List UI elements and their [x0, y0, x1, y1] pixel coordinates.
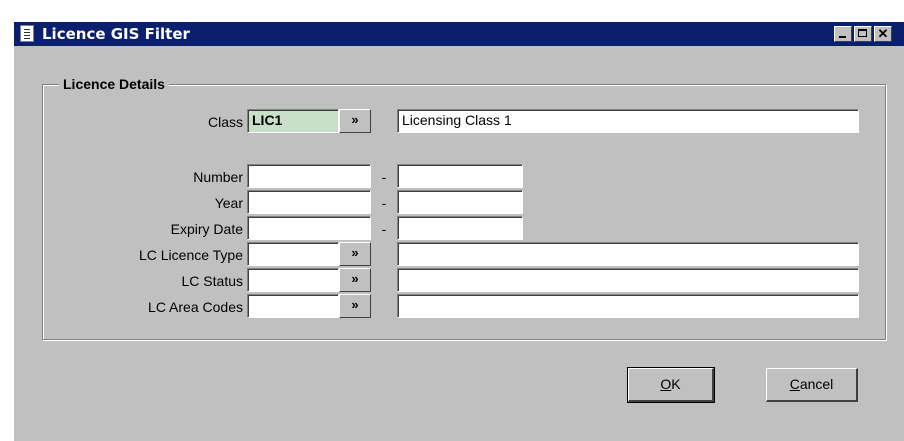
- ok-label-rest: K: [671, 376, 681, 392]
- lc-status-lookup-button[interactable]: »: [339, 268, 371, 292]
- number-from-input[interactable]: [247, 164, 371, 188]
- class-label: Class: [207, 114, 243, 130]
- lc-area-codes-input[interactable]: [247, 294, 339, 318]
- licence-gis-filter-window: Licence GIS Filter ✕ Licence Details Cla…: [0, 0, 904, 441]
- class-input[interactable]: LIC1: [247, 109, 339, 133]
- class-lookup-button[interactable]: »: [339, 109, 371, 133]
- cancel-accelerator: C: [789, 376, 800, 392]
- year-to-input[interactable]: [397, 190, 523, 214]
- lc-area-codes-description-field: [397, 294, 859, 318]
- number-range-separator: -: [381, 169, 387, 185]
- cancel-label-rest: ancel: [799, 376, 834, 392]
- maximize-button[interactable]: [854, 26, 872, 42]
- expiry-date-to-input[interactable]: [397, 216, 523, 240]
- minimize-button[interactable]: [834, 26, 852, 42]
- lc-licence-type-input[interactable]: [247, 242, 339, 266]
- ok-accelerator: O: [660, 376, 672, 392]
- lc-licence-type-description-field: [397, 242, 859, 266]
- class-description-field: Licensing Class 1: [397, 109, 859, 133]
- expiry-date-range-separator: -: [381, 221, 387, 237]
- ok-button[interactable]: OK: [627, 367, 715, 403]
- licence-details-group: Licence Details Class LIC1 » Licensing C…: [42, 76, 886, 340]
- lc-area-codes-label: LC Area Codes: [148, 299, 243, 315]
- cancel-button[interactable]: Cancel: [766, 368, 858, 402]
- lc-licence-type-lookup-button[interactable]: »: [339, 242, 371, 266]
- lc-status-input[interactable]: [247, 268, 339, 292]
- close-button[interactable]: ✕: [874, 26, 892, 42]
- lc-status-description-field: [397, 268, 859, 292]
- year-range-separator: -: [381, 195, 387, 211]
- lc-area-codes-lookup-button[interactable]: »: [339, 294, 371, 318]
- lc-licence-type-label: LC Licence Type: [138, 247, 243, 263]
- number-to-input[interactable]: [397, 164, 523, 188]
- group-legend: Licence Details: [59, 76, 169, 92]
- year-from-input[interactable]: [247, 190, 371, 214]
- dialog-client-area: Licence Details Class LIC1 » Licensing C…: [14, 46, 904, 441]
- expiry-date-label: Expiry Date: [170, 221, 243, 237]
- expiry-date-from-input[interactable]: [247, 216, 371, 240]
- year-label: Year: [214, 195, 243, 211]
- number-label: Number: [193, 169, 243, 185]
- lc-status-label: LC Status: [181, 273, 243, 289]
- document-icon: [20, 25, 34, 42]
- title-bar[interactable]: Licence GIS Filter ✕: [14, 22, 904, 46]
- window-title: Licence GIS Filter: [42, 25, 190, 43]
